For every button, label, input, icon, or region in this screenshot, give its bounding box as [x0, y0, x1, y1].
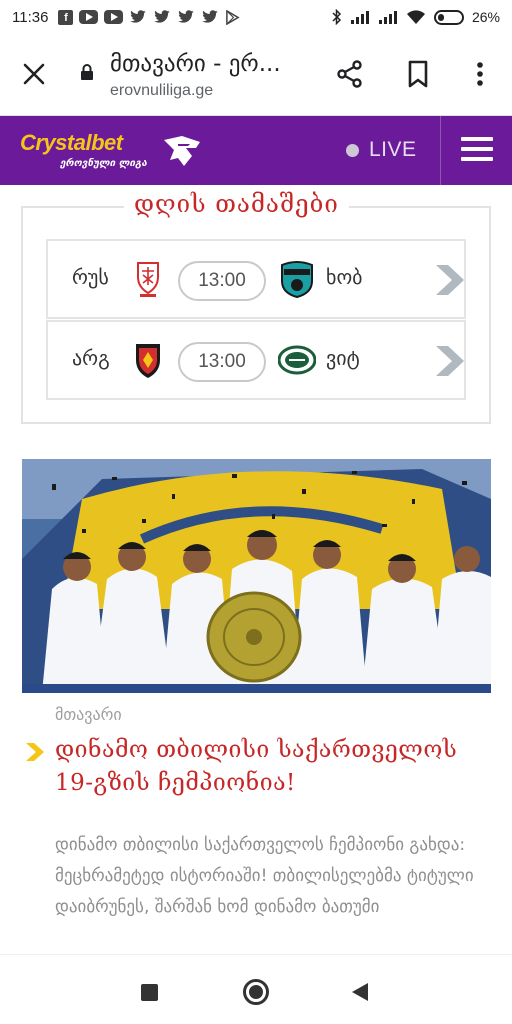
status-time: 11:36 — [12, 8, 49, 26]
live-dot-icon — [346, 143, 359, 157]
bluetooth-icon — [332, 9, 342, 25]
twitter-icon — [154, 10, 171, 23]
site-logo-subtitle: ეროვნული ლიგა — [60, 158, 147, 169]
youtube-icon — [79, 10, 99, 24]
twitter-icon — [178, 10, 195, 23]
article-category[interactable]: მთავარი — [55, 705, 122, 724]
signal-icon — [378, 11, 397, 24]
bookmark-button[interactable] — [406, 60, 430, 88]
lock-icon — [81, 64, 93, 80]
wifi-icon — [406, 9, 425, 24]
twitter-icon — [130, 10, 147, 23]
chevron-right-icon[interactable] — [434, 344, 466, 378]
page-url[interactable]: erovnuliliga.ge — [110, 82, 213, 100]
article-hero-image[interactable] — [22, 459, 491, 693]
android-nav-bar — [0, 954, 512, 1024]
page: 11:36 f 26% მთავარი - ერ... erovnuliliga… — [0, 0, 512, 1024]
facebook-icon: f — [58, 9, 74, 25]
aragvi-crest-icon — [136, 344, 160, 378]
match-row[interactable]: არგ 13:00 ვიტ — [46, 320, 466, 400]
youtube-icon — [104, 10, 124, 24]
notification-icons: f — [58, 9, 241, 25]
browser-toolbar: მთავარი - ერ... erovnuliliga.ge — [0, 34, 512, 116]
recent-apps-button[interactable] — [141, 984, 158, 1001]
battery-percent: 26% — [471, 9, 500, 25]
close-tab-button[interactable] — [22, 62, 46, 86]
header-divider — [440, 116, 441, 185]
todays-games-title: დღის თამაშები — [124, 190, 349, 222]
match-row[interactable]: რუს 13:00 ხობ — [46, 239, 466, 319]
status-bar: 11:36 f 26% — [0, 0, 512, 34]
signal-icon — [350, 11, 369, 24]
share-button[interactable] — [336, 60, 364, 88]
knight-helmet-icon — [164, 136, 200, 166]
vit-crest-icon — [278, 345, 316, 375]
away-team-name: ვიტ — [326, 346, 360, 370]
khobi-crest-icon — [281, 261, 313, 299]
match-time: 13:00 — [178, 342, 266, 382]
site-header: Crystalbet ეროვნული ლიგა LIVE — [0, 116, 512, 185]
article-excerpt: დინამო თბილისი საქართველოს ჩემპიონი გახდ… — [55, 835, 474, 917]
chevron-right-icon — [26, 743, 44, 761]
home-team-name: რუს — [72, 265, 109, 289]
twitter-icon — [202, 10, 219, 23]
live-label: LIVE — [369, 138, 417, 161]
away-team-name: ხობ — [326, 265, 363, 289]
hamburger-menu-icon[interactable] — [461, 137, 493, 163]
play-store-icon — [226, 9, 241, 25]
chevron-right-icon[interactable] — [434, 263, 466, 297]
match-time: 13:00 — [178, 261, 266, 301]
overflow-menu-button[interactable] — [470, 60, 490, 88]
system-icons: 26% — [332, 9, 500, 25]
site-logo[interactable]: Crystalbet — [20, 130, 123, 156]
article-headline[interactable]: დინამო თბილისი საქართველოს 19-გზის ჩემპი… — [55, 734, 485, 800]
back-button[interactable] — [352, 983, 368, 1001]
rustavi-crest-icon — [137, 262, 159, 297]
live-button[interactable]: LIVE — [346, 138, 417, 162]
battery-icon — [433, 9, 464, 25]
home-team-name: არგ — [72, 346, 110, 370]
home-button[interactable] — [243, 979, 269, 1005]
page-title[interactable]: მთავარი - ერ... — [110, 51, 281, 77]
